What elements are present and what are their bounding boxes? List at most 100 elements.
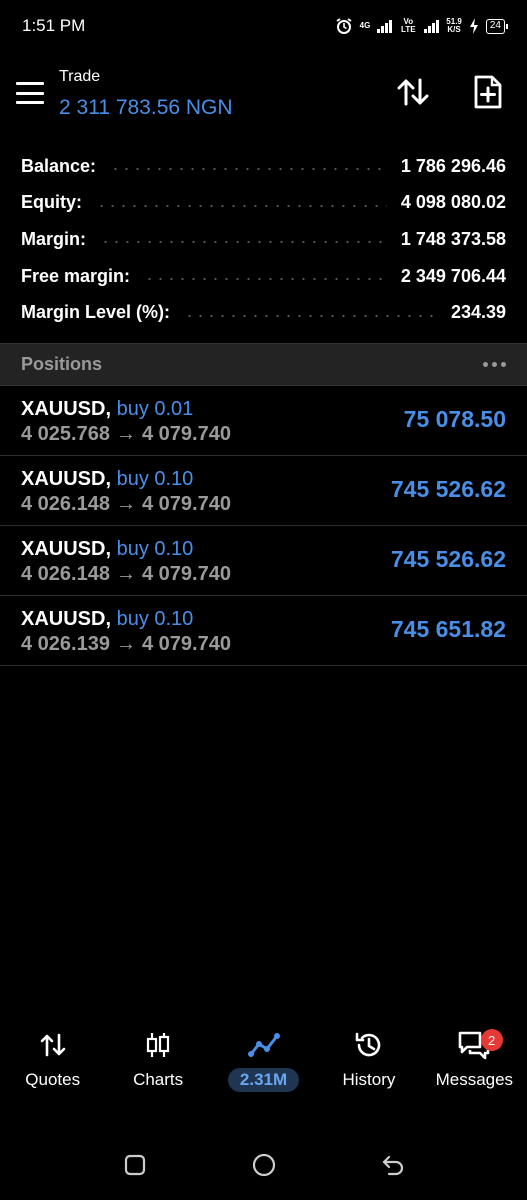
summary-row-free-margin: Free margin: 2 349 706.44 [0,258,527,295]
status-icons: 4G Vo LTE 51.9 K/S 24 [335,17,509,35]
dotted-leader [110,168,387,171]
position-title: XAUUSD, buy 0.10 [21,538,193,561]
open-price: 4 026.148 [21,563,110,585]
current-price: 4 079.740 [141,423,231,445]
dotted-leader [184,314,437,317]
charging-icon [469,18,478,34]
price-arrow: → [115,563,136,585]
sort-arrows-icon[interactable] [393,72,433,112]
page-title: Trade [59,68,101,85]
position-side: buy 0.01 [116,398,194,420]
nav-item-trade[interactable]: 2.31M [211,1025,316,1105]
position-row[interactable]: XAUUSD, buy 0.01 4 025.768 → 4 079.740 75 … [0,386,527,456]
position-side: buy 0.10 [116,468,194,490]
home-icon[interactable] [244,1145,284,1185]
open-price: 4 026.139 [21,633,110,655]
position-title: XAUUSD, buy 0.10 [21,468,193,491]
hamburger-menu-icon[interactable] [16,82,44,104]
summary-label: Margin: [21,228,86,249]
nav-item-history[interactable]: History [316,1025,421,1105]
nav-label: History [342,1070,396,1089]
app-header: Trade 2 311 783.56 NGN [0,60,527,130]
open-price: 4 025.768 [21,423,110,445]
summary-label: Balance: [21,155,97,176]
current-price: 4 079.740 [141,493,231,515]
candlestick-icon [144,1025,172,1065]
battery-level: 24 [489,19,501,31]
position-prices: 4 026.139 → 4 079.740 [21,633,231,656]
position-symbol: XAUUSD, [21,538,112,560]
position-profit: 745 526.62 [390,476,506,502]
position-side: buy 0.10 [116,538,194,560]
position-row[interactable]: XAUUSD, buy 0.10 4 026.148 → 4 079.740 745… [0,526,527,596]
summary-label: Equity: [21,192,82,213]
price-arrow: → [115,423,136,445]
current-price: 4 079.740 [141,633,231,655]
summary-label: Margin Level (%): [21,302,171,323]
positions-title: Positions [21,354,103,374]
nav-item-messages[interactable]: 2 Messages [422,1025,527,1105]
summary-value: 1 786 296.46 [400,155,506,176]
nav-label: Messages [435,1070,514,1089]
bottom-nav: Quotes Charts 2.31M History 2 Messages [0,1025,527,1105]
current-price: 4 079.740 [141,563,231,585]
position-symbol: XAUUSD, [21,398,112,420]
nav-label: 2.31M [227,1068,300,1092]
position-side: buy 0.10 [116,608,194,630]
recent-apps-icon[interactable] [115,1145,155,1185]
header-balance: 2 311 783.56 NGN [59,96,233,119]
volte-label: Vo LTE [401,17,416,34]
signal-icon [377,19,393,33]
position-symbol: XAUUSD, [21,608,112,630]
position-title: XAUUSD, buy 0.10 [21,608,193,631]
summary-row-margin: Margin: 1 748 373.58 [0,221,527,258]
summary-value: 1 748 373.58 [400,228,506,249]
new-order-icon[interactable] [468,72,508,112]
network-4g-label: 4G [359,21,371,30]
summary-value: 2 349 706.44 [400,265,506,286]
position-row[interactable]: XAUUSD, buy 0.10 4 026.148 → 4 079.740 745… [0,456,527,526]
position-row[interactable]: XAUUSD, buy 0.10 4 026.139 → 4 079.740 745… [0,596,527,666]
summary-value: 4 098 080.02 [400,192,506,213]
summary-row-balance: Balance: 1 786 296.46 [0,148,527,185]
position-prices: 4 026.148 → 4 079.740 [21,563,231,586]
network-speed: 51.9 K/S [446,18,462,34]
signal-icon-2 [424,19,440,33]
summary-label: Free margin: [21,265,131,286]
positions-section-header: Positions [0,343,527,386]
status-time: 1:51 PM [22,16,86,35]
dotted-leader [96,204,387,207]
back-icon[interactable] [373,1145,413,1185]
trade-line-icon [247,1025,280,1065]
status-bar: 1:51 PM 4G Vo LTE 51.9 K/S 24 [0,0,527,52]
summary-row-margin-level: Margin Level (%): 234.39 [0,294,527,331]
position-profit: 745 526.62 [390,546,506,572]
open-price: 4 026.148 [21,493,110,515]
position-prices: 4 026.148 → 4 079.740 [21,493,231,516]
positions-list: XAUUSD, buy 0.01 4 025.768 → 4 079.740 75 … [0,386,527,666]
alarm-icon [336,18,352,34]
summary-value: 234.39 [450,302,506,323]
account-summary: Balance: 1 786 296.46 Equity: 4 098 080.… [0,148,527,331]
battery-icon: 24 [485,18,509,34]
nav-label: Charts [133,1070,184,1089]
nav-item-charts[interactable]: Charts [105,1025,210,1105]
speed-unit: K/S [447,25,461,34]
history-clock-icon [354,1025,384,1065]
nav-item-quotes[interactable]: Quotes [0,1025,105,1105]
quotes-arrows-icon [40,1025,66,1065]
position-profit: 75 078.50 [403,406,506,432]
position-prices: 4 025.768 → 4 079.740 [21,423,231,446]
summary-row-equity: Equity: 4 098 080.02 [0,185,527,222]
position-title: XAUUSD, buy 0.01 [21,398,193,421]
dotted-leader [144,278,387,281]
price-arrow: → [115,633,136,655]
position-profit: 745 651.82 [390,616,506,642]
price-arrow: → [115,493,136,515]
position-symbol: XAUUSD, [21,468,112,490]
system-nav-bar [0,1140,527,1190]
dotted-leader [100,241,387,244]
more-options-icon[interactable] [483,362,506,367]
nav-label: Quotes [25,1070,81,1089]
messages-badge: 2 [480,1029,503,1051]
